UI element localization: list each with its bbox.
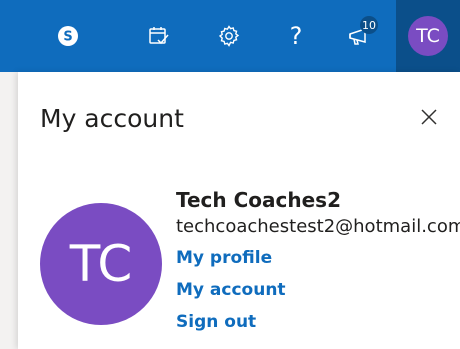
top-bar: S ? 10 TC	[0, 0, 460, 72]
skype-button[interactable]: S	[40, 0, 96, 72]
account-email: techcoachestest2@hotmail.com	[176, 216, 460, 237]
my-account-panel: My account TC Tech Coaches2 techcoachest…	[18, 72, 460, 349]
help-icon: ?	[289, 22, 303, 50]
skype-icon: S	[57, 25, 79, 47]
sign-out-link[interactable]: Sign out	[176, 312, 256, 332]
background-page-edge	[0, 72, 18, 349]
my-account-link[interactable]: My account	[176, 280, 286, 300]
header-avatar: TC	[408, 16, 448, 56]
panel-title: My account	[40, 104, 184, 133]
settings-gear-icon	[217, 24, 241, 48]
settings-button[interactable]	[201, 0, 257, 72]
whats-new-button[interactable]: 10	[332, 0, 388, 72]
notification-count-badge: 10	[360, 16, 378, 34]
calendar-check-icon	[147, 24, 171, 48]
close-button[interactable]	[414, 104, 444, 134]
help-button[interactable]: ?	[268, 0, 324, 72]
account-name: Tech Coaches2	[176, 188, 341, 212]
account-avatar[interactable]: TC	[40, 203, 162, 325]
close-icon	[421, 109, 437, 129]
account-manager-button[interactable]: TC	[396, 0, 460, 72]
my-profile-link[interactable]: My profile	[176, 248, 272, 268]
svg-text:S: S	[63, 30, 72, 45]
my-day-button[interactable]	[131, 0, 187, 72]
